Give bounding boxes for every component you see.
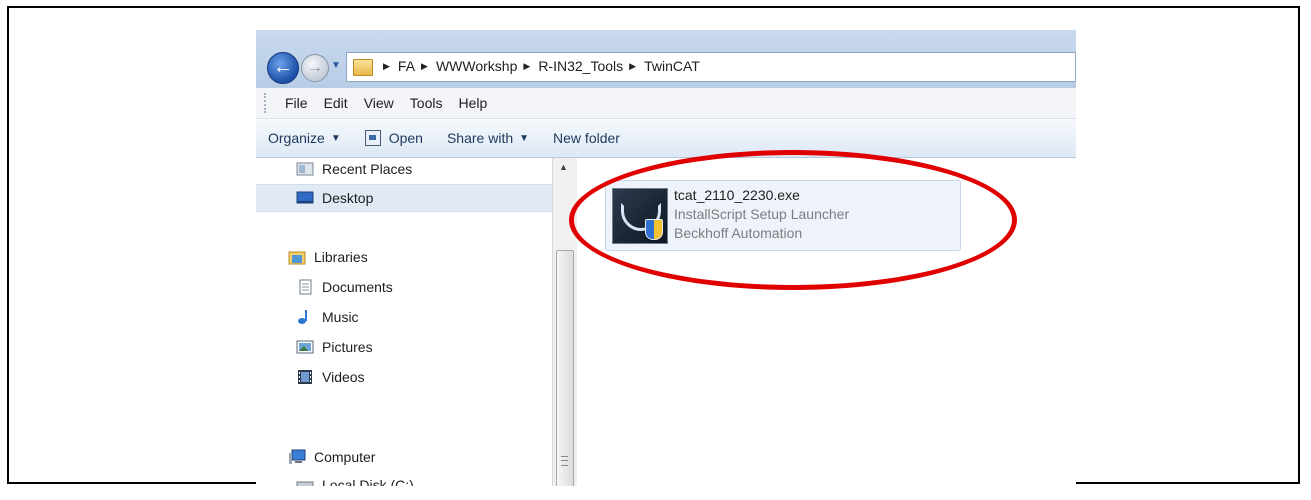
nav-recent-places[interactable]: Recent Places (256, 156, 592, 182)
nav-pictures[interactable]: Pictures (256, 334, 592, 360)
new-folder-label: New folder (553, 130, 620, 146)
computer-icon (289, 449, 306, 464)
breadcrumb-fa[interactable]: FA (398, 58, 415, 74)
documents-icon (299, 279, 312, 295)
nav-music[interactable]: Music (256, 304, 592, 330)
share-with-label: Share with (446, 130, 514, 146)
explorer-window: ← → ▼ ▶ FA ▶ WWWorkshp ▶ R-IN32_Tools ▶ … (256, 30, 1076, 486)
nav-label: Computer (314, 449, 376, 465)
file-company: Beckhoff Automation (674, 225, 803, 241)
music-icon (298, 310, 307, 324)
breadcrumb-arrow-icon[interactable]: ▶ (523, 61, 530, 72)
nav-label: Videos (322, 369, 365, 385)
address-bar[interactable]: ▶ FA ▶ WWWorkshp ▶ R-IN32_Tools ▶ TwinCA… (346, 52, 1076, 82)
forward-button[interactable]: → (301, 54, 329, 82)
drive-icon (296, 481, 314, 486)
open-label: Open (388, 130, 423, 146)
file-details: tcat_2110_2230.exe InstallScript Setup L… (674, 186, 849, 243)
menu-help[interactable]: Help (450, 95, 495, 111)
nav-computer[interactable]: Computer (256, 444, 584, 470)
organize-label: Organize (268, 130, 325, 146)
menu-view[interactable]: View (356, 95, 402, 111)
address-bar-area: ← → ▼ ▶ FA ▶ WWWorkshp ▶ R-IN32_Tools ▶ … (256, 30, 1076, 88)
chevron-down-icon: ▼ (330, 132, 341, 144)
file-item[interactable]: tcat_2110_2230.exe InstallScript Setup L… (605, 180, 961, 251)
breadcrumb: ▶ FA ▶ WWWorkshp ▶ R-IN32_Tools ▶ TwinCA… (377, 58, 700, 74)
nav-label: Documents (322, 279, 393, 295)
scroll-up-icon[interactable]: ▲ (559, 162, 568, 172)
videos-icon (298, 370, 312, 384)
file-list: tcat_2110_2230.exe InstallScript Setup L… (577, 158, 1076, 486)
share-with-button[interactable]: Share with ▼ (435, 130, 541, 146)
breadcrumb-arrow-icon[interactable]: ▶ (383, 61, 390, 72)
uac-shield-icon (645, 219, 663, 240)
nav-label: Libraries (314, 249, 368, 265)
navigation-scrollbar[interactable]: ▲ (552, 158, 577, 486)
pictures-icon (296, 340, 314, 354)
breadcrumb-wwworkshp[interactable]: WWWorkshp (436, 58, 517, 74)
installer-icon (612, 188, 668, 244)
open-icon (364, 130, 381, 146)
nav-local-disk[interactable]: Local Disk (C:) (256, 472, 592, 486)
desktop-icon (296, 191, 314, 204)
nav-videos[interactable]: Videos (256, 364, 592, 390)
nav-label: Music (322, 309, 359, 325)
libraries-icon (288, 251, 306, 265)
organize-button[interactable]: Organize ▼ (256, 130, 353, 146)
nav-desktop[interactable]: Desktop (256, 184, 592, 212)
open-button[interactable]: Open (353, 130, 435, 146)
command-bar: Organize ▼ Open Share with ▼ New folder (256, 119, 1076, 158)
new-folder-button[interactable]: New folder (541, 130, 632, 146)
grip-icon (561, 456, 568, 466)
recent-places-icon (296, 162, 314, 176)
chevron-down-icon: ▼ (519, 132, 530, 144)
folder-icon (353, 59, 373, 76)
menu-grip (264, 93, 269, 113)
breadcrumb-r-in32-tools[interactable]: R-IN32_Tools (538, 58, 623, 74)
breadcrumb-twincat[interactable]: TwinCAT (644, 58, 700, 74)
menu-edit[interactable]: Edit (316, 95, 356, 111)
back-button[interactable]: ← (267, 52, 299, 84)
menu-file[interactable]: File (277, 95, 316, 111)
nav-libraries[interactable]: Libraries (256, 244, 584, 270)
navigation-pane: Recent Places Desktop Libraries Document… (256, 158, 592, 486)
nav-label: Recent Places (322, 161, 413, 177)
nav-label: Pictures (322, 339, 373, 355)
file-description: InstallScript Setup Launcher (674, 206, 850, 222)
menu-bar: File Edit View Tools Help (256, 88, 1076, 119)
breadcrumb-arrow-icon[interactable]: ▶ (421, 61, 428, 72)
file-name: tcat_2110_2230.exe (674, 187, 800, 203)
menu-tools[interactable]: Tools (402, 95, 451, 111)
nav-documents[interactable]: Documents (256, 274, 592, 300)
breadcrumb-arrow-icon[interactable]: ▶ (629, 61, 636, 72)
nav-label: Local Disk (C:) (322, 477, 414, 486)
nav-label: Desktop (322, 190, 374, 206)
history-dropdown-icon[interactable]: ▼ (331, 60, 341, 71)
scrollbar-thumb[interactable] (556, 250, 574, 486)
